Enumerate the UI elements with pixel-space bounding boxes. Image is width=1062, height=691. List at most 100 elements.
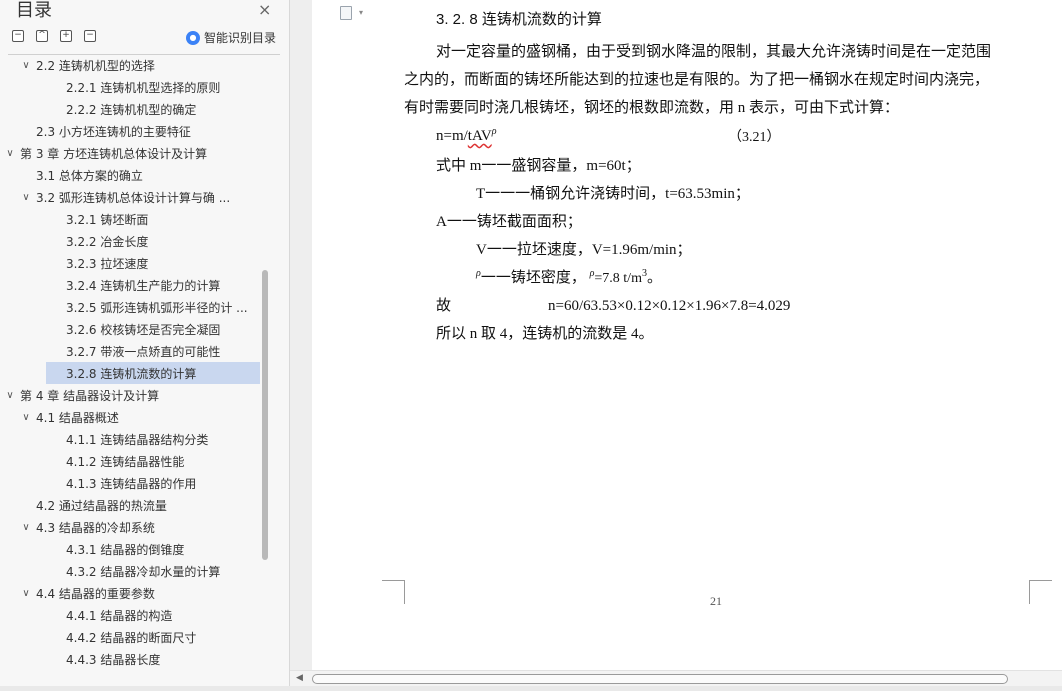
chevron-down-icon[interactable]: ∨ bbox=[20, 60, 32, 71]
toc-item-label: 2.2.1 连铸机机型选择的原则 bbox=[66, 80, 221, 95]
formula-underlined: tAV bbox=[467, 128, 492, 144]
toc-item[interactable]: 3.2.3 拉坯速度 bbox=[66, 252, 148, 274]
rho-value: =7.8 t/m bbox=[594, 271, 642, 286]
toc-scrollbar[interactable] bbox=[262, 58, 268, 670]
toc-item-label: 3.2.6 校核铸坯是否完全凝固 bbox=[66, 322, 221, 337]
close-icon[interactable]: × bbox=[258, 2, 271, 18]
minus-icon: − bbox=[86, 30, 94, 40]
cloud-icon: ● bbox=[186, 30, 200, 45]
toc-item-label: 4.1 结晶器概述 bbox=[36, 410, 119, 425]
toc-item[interactable]: ∨ 4.1 结晶器概述 bbox=[20, 406, 119, 428]
toc-item-label: 2.3 小方坯连铸机的主要特征 bbox=[36, 124, 191, 139]
chevron-down-icon[interactable]: ∨ bbox=[20, 522, 32, 533]
toc-item-label: 4.1.3 连铸结晶器的作用 bbox=[66, 476, 197, 491]
toc-item-label: 4.3.2 结晶器冷却水量的计算 bbox=[66, 564, 221, 579]
toc-item[interactable]: 4.1.1 连铸结晶器结构分类 bbox=[66, 428, 208, 450]
toc-scrollbar-thumb[interactable] bbox=[262, 270, 268, 560]
chevron-down-icon[interactable]: ▾ bbox=[359, 8, 363, 17]
toc-item[interactable]: 4.2 通过结晶器的热流量 bbox=[36, 494, 167, 516]
formula: n=m/tAVρ bbox=[436, 126, 497, 146]
conclusion: 所以 n 取 4，连铸机的流数是 4。 bbox=[436, 326, 654, 342]
rho-end: 。 bbox=[646, 270, 662, 286]
toc-item[interactable]: 4.4.3 结晶器长度 bbox=[66, 648, 160, 670]
formula-rho: ρ bbox=[491, 126, 497, 137]
toc-item-label: 4.4.3 结晶器长度 bbox=[66, 652, 161, 667]
toc-item[interactable]: 4.1.2 连铸结晶器性能 bbox=[66, 450, 184, 472]
toc-item-label: 3.2.2 冶金长度 bbox=[66, 234, 149, 249]
toc-item[interactable]: ∨ 2.2 连铸机机型的选择 bbox=[20, 54, 155, 76]
toc-item-label: 4.3 结晶器的冷却系统 bbox=[36, 520, 155, 535]
toc-item[interactable]: ∨ 第 3 章 方坯连铸机总体设计及计算 bbox=[4, 142, 207, 164]
formula-prefix: n=m/ bbox=[436, 128, 468, 144]
toc-item-label: 2.2.2 连铸机机型的确定 bbox=[66, 102, 197, 117]
toc-item[interactable]: 3.2.4 连铸机生产能力的计算 bbox=[66, 274, 220, 296]
toc-item[interactable]: ∨ 3.2 弧形连铸机总体设计计算与确 ... bbox=[20, 186, 230, 208]
toc-item-label: 4.3.1 结晶器的倒锥度 bbox=[66, 542, 185, 557]
collapse-all-button[interactable]: − bbox=[12, 30, 24, 42]
toc-item-label: 3.2 弧形连铸机总体设计计算与确 ... bbox=[36, 190, 231, 205]
formula-number: （3.21） bbox=[728, 130, 781, 145]
paragraph-line: 有时需要同时浇几根铸坯，钢坯的根数即流数，用 n 表示，可由下式计算： bbox=[404, 100, 900, 116]
toc-item[interactable]: 2.2.2 连铸机机型的确定 bbox=[66, 98, 196, 120]
toc-item[interactable]: 3.2.2 冶金长度 bbox=[66, 230, 148, 252]
toc-item-label: 3.2.4 连铸机生产能力的计算 bbox=[66, 278, 221, 293]
toc-item[interactable]: 3.2.8 连铸机流数的计算 bbox=[46, 362, 260, 384]
toc-item-label: 4.4.2 结晶器的断面尺寸 bbox=[66, 630, 197, 645]
toc-item[interactable]: 3.1 总体方案的确立 bbox=[36, 164, 143, 186]
collapse-icon: − bbox=[14, 30, 22, 40]
toc-item-label: 4.4.1 结晶器的构造 bbox=[66, 608, 173, 623]
toc-item-label: 3.2.5 弧形连铸机弧形半径的计 ... bbox=[66, 300, 248, 315]
calc-label: 故 bbox=[436, 298, 452, 314]
document-icon[interactable] bbox=[340, 6, 352, 20]
toc-item[interactable]: 3.2.6 校核铸坯是否完全凝固 bbox=[66, 318, 220, 340]
toc-title: 目录 bbox=[16, 0, 52, 21]
toc-panel: 目录 × − ^ + − ● 智能识别目录 ∨ 2.2 连铸机机型的选择 2.2.1… bbox=[0, 0, 290, 691]
chevron-down-icon[interactable]: ∨ bbox=[4, 390, 16, 401]
toc-item-label: 2.2 连铸机机型的选择 bbox=[36, 58, 155, 73]
toc-item[interactable]: 3.2.5 弧形连铸机弧形半径的计 ... bbox=[66, 296, 248, 318]
toc-item-label: 3.2.7 带液一点矫直的可能性 bbox=[66, 344, 221, 359]
expand-up-button[interactable]: ^ bbox=[36, 30, 48, 42]
toc-item-label: 4.4 结晶器的重要参数 bbox=[36, 586, 155, 601]
remove-heading-button[interactable]: − bbox=[84, 30, 96, 42]
toc-item-label: 3.2.1 铸坯断面 bbox=[66, 212, 149, 227]
toc-item-label: 4.1.2 连铸结晶器性能 bbox=[66, 454, 185, 469]
horizontal-scrollbar-thumb[interactable] bbox=[312, 674, 1008, 684]
toc-item-label: 3.1 总体方案的确立 bbox=[36, 168, 143, 183]
definition-t: T一一一桶钢允许浇铸时间，t=63.53min； bbox=[476, 186, 750, 202]
rho-text: 一一铸坯密度， bbox=[480, 270, 586, 286]
app-window: 目录 × − ^ + − ● 智能识别目录 ∨ 2.2 连铸机机型的选择 2.2.1… bbox=[0, 0, 1062, 691]
horizontal-scrollbar[interactable]: ◀ bbox=[290, 670, 1062, 686]
chevron-down-icon[interactable]: ∨ bbox=[20, 588, 32, 599]
toc-item[interactable]: 3.2.7 带液一点矫直的可能性 bbox=[66, 340, 220, 362]
chevron-down-icon[interactable]: ∨ bbox=[20, 412, 32, 423]
toc-item[interactable]: ∨ 第 4 章 结晶器设计及计算 bbox=[4, 384, 159, 406]
scroll-left-icon[interactable]: ◀ bbox=[296, 673, 303, 683]
chevron-down-icon[interactable]: ∨ bbox=[20, 192, 32, 203]
definition-rho: ρ一一铸坯密度， ρ=7.8 t/m3。 bbox=[476, 268, 662, 289]
paragraph-line: 之内的，而断面的铸坯所能达到的拉速也是有限的。为了把一桶钢水在规定时间内浇完， bbox=[404, 72, 990, 88]
toc-item[interactable]: ∨ 4.4 结晶器的重要参数 bbox=[20, 582, 155, 604]
page-corner-mark-left bbox=[382, 580, 405, 604]
toc-item[interactable]: 4.3.2 结晶器冷却水量的计算 bbox=[66, 560, 220, 582]
toc-item[interactable]: 4.4.1 结晶器的构造 bbox=[66, 604, 172, 626]
toc-item[interactable]: 4.4.2 结晶器的断面尺寸 bbox=[66, 626, 196, 648]
page-number: 21 bbox=[710, 594, 722, 608]
section-heading: 3. 2. 8 连铸机流数的计算 bbox=[436, 11, 602, 28]
smart-toc-button[interactable]: ● 智能识别目录 bbox=[186, 29, 276, 46]
toc-item-label: 3.2.3 拉坯速度 bbox=[66, 256, 149, 271]
chevron-down-icon[interactable]: ∨ bbox=[4, 148, 16, 159]
status-strip bbox=[0, 686, 1062, 691]
toc-item[interactable]: 2.3 小方坯连铸机的主要特征 bbox=[36, 120, 191, 142]
definition-a: A一一铸坯截面面积； bbox=[436, 214, 582, 230]
toc-item-label: 4.2 通过结晶器的热流量 bbox=[36, 498, 167, 513]
panel-splitter[interactable] bbox=[290, 0, 312, 670]
add-heading-button[interactable]: + bbox=[60, 30, 72, 42]
toc-item[interactable]: 4.3.1 结晶器的倒锥度 bbox=[66, 538, 184, 560]
toc-item-label: 3.2.8 连铸机流数的计算 bbox=[66, 366, 197, 381]
toc-item[interactable]: ∨ 4.3 结晶器的冷却系统 bbox=[20, 516, 155, 538]
page-corner-mark-right bbox=[1029, 580, 1052, 604]
toc-item[interactable]: 4.1.3 连铸结晶器的作用 bbox=[66, 472, 196, 494]
toc-item[interactable]: 2.2.1 连铸机机型选择的原则 bbox=[66, 76, 220, 98]
toc-item[interactable]: 3.2.1 铸坯断面 bbox=[66, 208, 148, 230]
